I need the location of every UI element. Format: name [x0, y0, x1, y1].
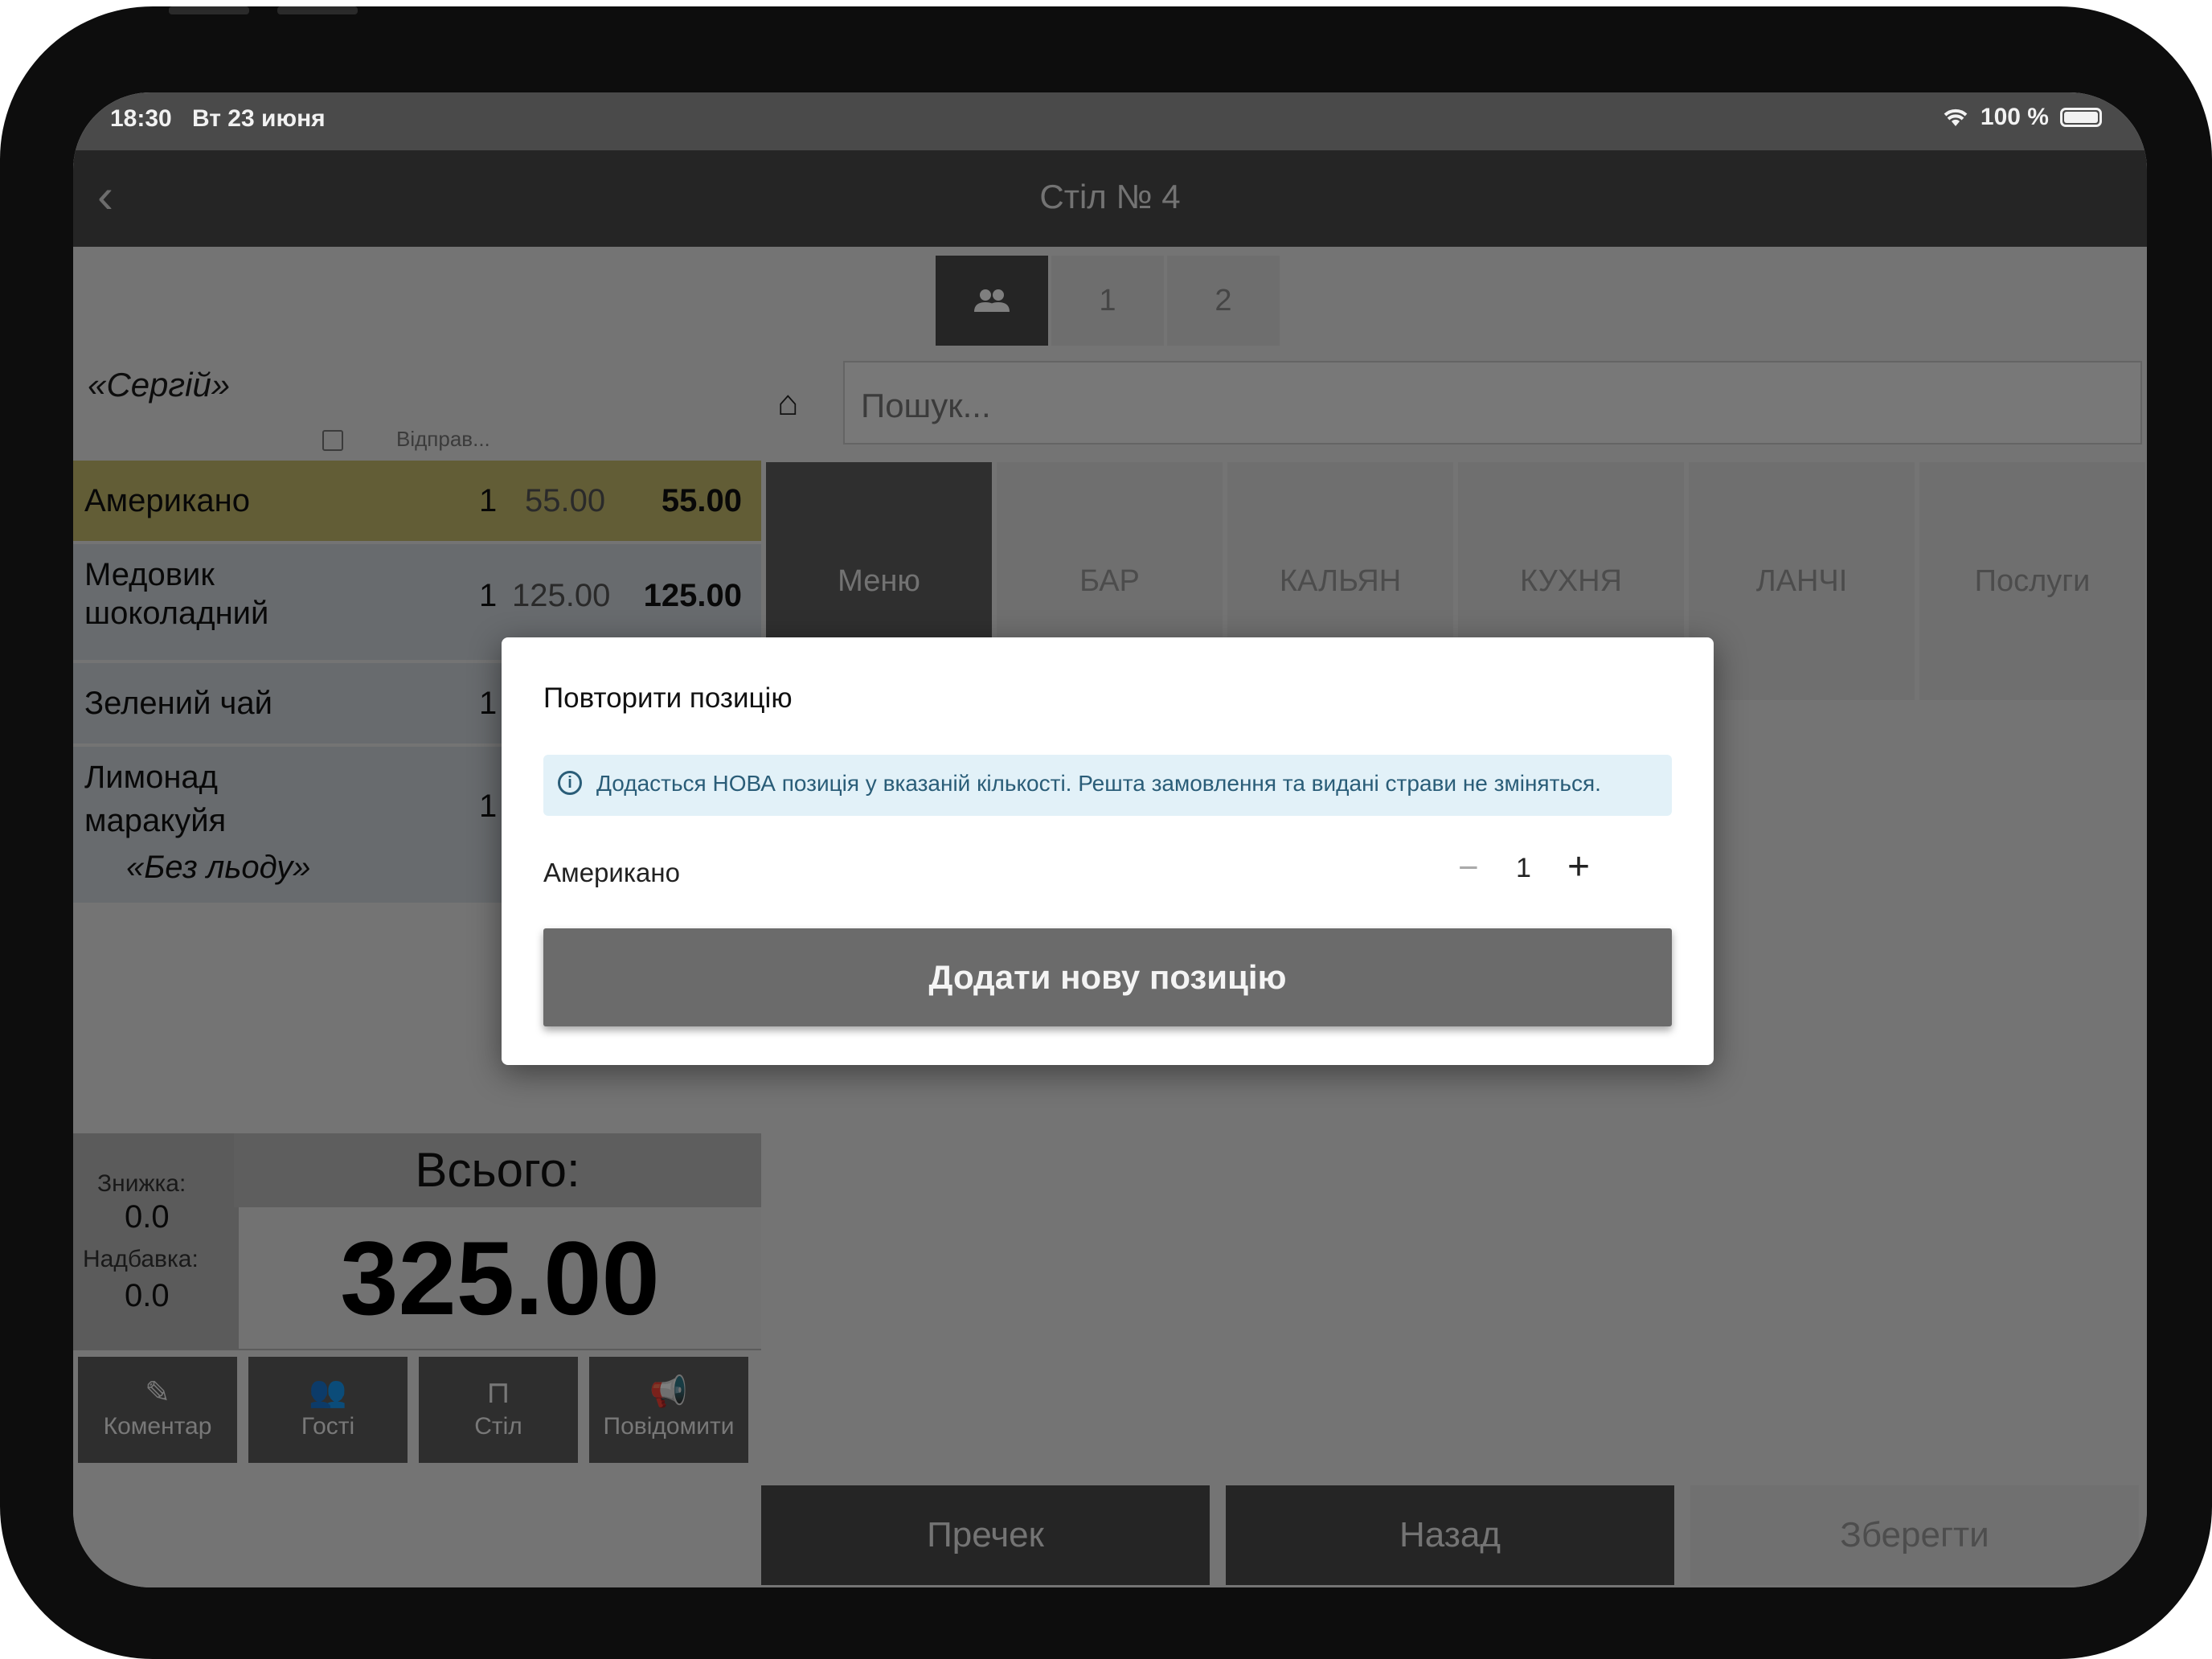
decrement-button[interactable]: −: [1458, 848, 1479, 888]
quantity-value: 1: [1516, 853, 1531, 883]
repeat-item-dialog: Повторити позицію i Додасться НОВА позиц…: [502, 637, 1714, 1065]
volume-button: [277, 6, 358, 14]
volume-button: [169, 6, 249, 14]
tablet-frame: 18:30 Вт 23 июня 100 % ‹ Стіл № 4 1 2 «С…: [0, 6, 2212, 1659]
status-time: 18:30: [110, 105, 172, 132]
battery-icon: [2060, 108, 2102, 127]
wifi-icon: [1944, 109, 1968, 126]
status-right: 100 %: [1942, 104, 2102, 131]
info-text: Додасться НОВА позиція у вказаній кілько…: [596, 771, 1601, 796]
status-bar: 18:30 Вт 23 июня 100 %: [73, 92, 2147, 150]
add-new-item-button[interactable]: Додати нову позицію: [543, 928, 1672, 1026]
battery-percent: 100 %: [1980, 104, 2049, 130]
screen: 18:30 Вт 23 июня 100 % ‹ Стіл № 4 1 2 «С…: [73, 92, 2147, 1587]
info-icon: i: [558, 771, 582, 795]
info-alert: i Додасться НОВА позиція у вказаній кіль…: [543, 755, 1672, 816]
dialog-title: Повторити позицію: [543, 682, 793, 714]
status-date: Вт 23 июня: [192, 105, 326, 132]
increment-button[interactable]: +: [1567, 845, 1590, 889]
dialog-item-name: Американо: [543, 858, 680, 887]
